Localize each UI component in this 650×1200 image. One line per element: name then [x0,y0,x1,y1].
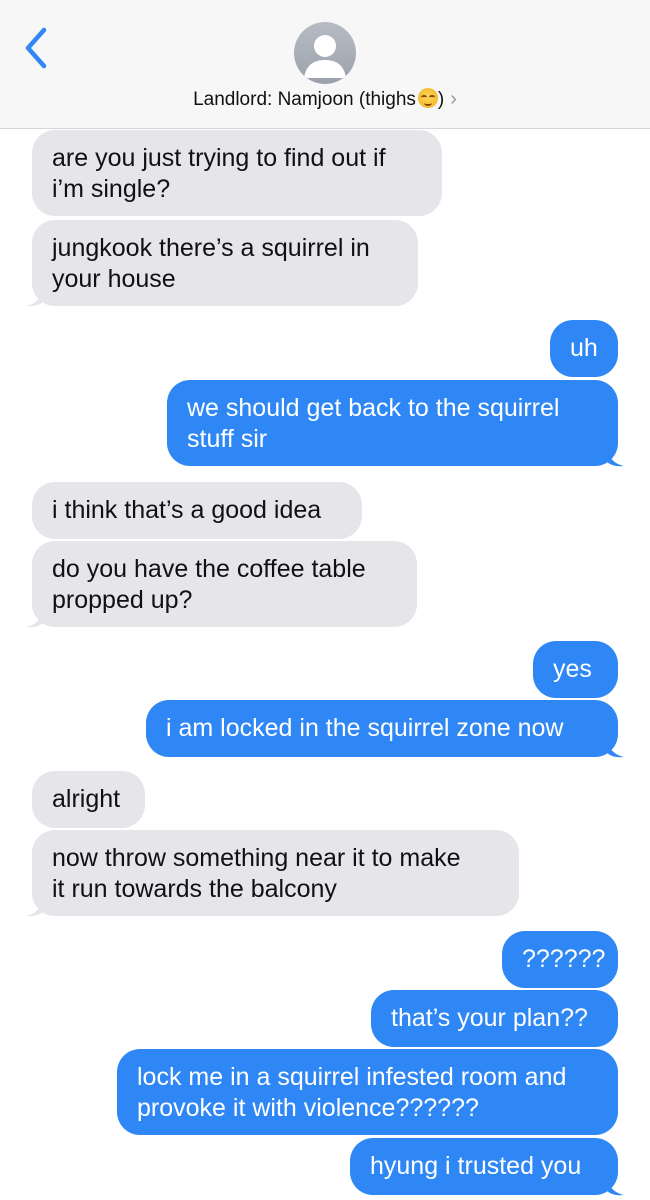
message-text-line: now throw something near it to make [52,844,461,872]
message-text-line: do you have the coffee table [52,555,366,583]
sent-message-bubble[interactable]: ?????? [502,931,618,988]
message-text-line: i’m single? [52,175,171,203]
received-bubble-tail [26,608,44,628]
contact-name-row[interactable]: Landlord: Namjoon (thighs) › [0,88,650,116]
message-text-line: it run towards the balcony [52,875,337,903]
message-text-line: lock me in a squirrel infested room and [137,1063,567,1091]
received-message-bubble[interactable]: alright [32,771,145,828]
message-text-line: ?????? [522,945,606,973]
message-text-line: i am locked in the squirrel zone now [166,714,564,742]
sent-message-bubble[interactable]: lock me in a squirrel infested room and p… [117,1049,618,1135]
message-text-line: i think that’s a good idea [52,496,322,524]
contact-name: Landlord: Namjoon (thighs [193,89,416,110]
received-bubble-tail [26,287,44,307]
message-text-line: your house [52,265,176,293]
sent-message-bubble[interactable]: yes [533,641,618,698]
sent-bubble-tail [606,447,624,467]
message-text-line: propped up? [52,586,193,614]
message-text-line: provoke it with violence?????? [137,1094,479,1122]
sent-bubble-tail [606,738,624,758]
message-text-line: alright [52,785,121,813]
sent-message-bubble[interactable]: uh [550,320,618,377]
contact-avatar[interactable] [294,22,356,84]
back-button[interactable] [22,26,52,70]
message-text-line: we should get back to the squirrel [187,394,560,422]
sent-message-bubble[interactable]: i am locked in the squirrel zone now [146,700,618,757]
sent-message-bubble[interactable]: that’s your plan?? [371,990,618,1047]
person-silhouette-icon [304,35,346,78]
message-text-line: uh [570,334,598,362]
contact-name-suffix: ) [437,89,445,110]
message-text-line: yes [553,655,592,683]
message-text-line: hyung i trusted you [370,1152,582,1180]
received-message-bubble[interactable]: now throw something near it to make it ru… [32,830,519,916]
message-text-line: that’s your plan?? [391,1004,588,1032]
message-text-line: are you just trying to find out if [52,144,386,172]
relieved-face-emoji-icon [417,88,438,108]
received-message-bubble[interactable]: are you just trying to find out if i’m si… [32,130,442,216]
sent-message-bubble[interactable]: hyung i trusted you [350,1138,618,1195]
chevron-right-icon: › [450,88,457,111]
imessage-conversation: Landlord: Namjoon (thighs) › are you just… [0,0,650,1200]
message-text-line: stuff sir [187,425,268,453]
received-message-bubble[interactable]: do you have the coffee table propped up? [32,541,417,627]
received-bubble-tail [26,897,44,917]
conversation-header: Landlord: Namjoon (thighs) › [0,0,650,129]
message-text-line: jungkook there’s a squirrel in [52,234,370,262]
received-message-bubble[interactable]: jungkook there’s a squirrel in your house [32,220,418,306]
sent-bubble-tail [606,1176,624,1196]
received-message-bubble[interactable]: i think that’s a good idea [32,482,362,539]
chevron-left-icon [25,27,47,69]
sent-message-bubble[interactable]: we should get back to the squirrel stuff … [167,380,618,466]
